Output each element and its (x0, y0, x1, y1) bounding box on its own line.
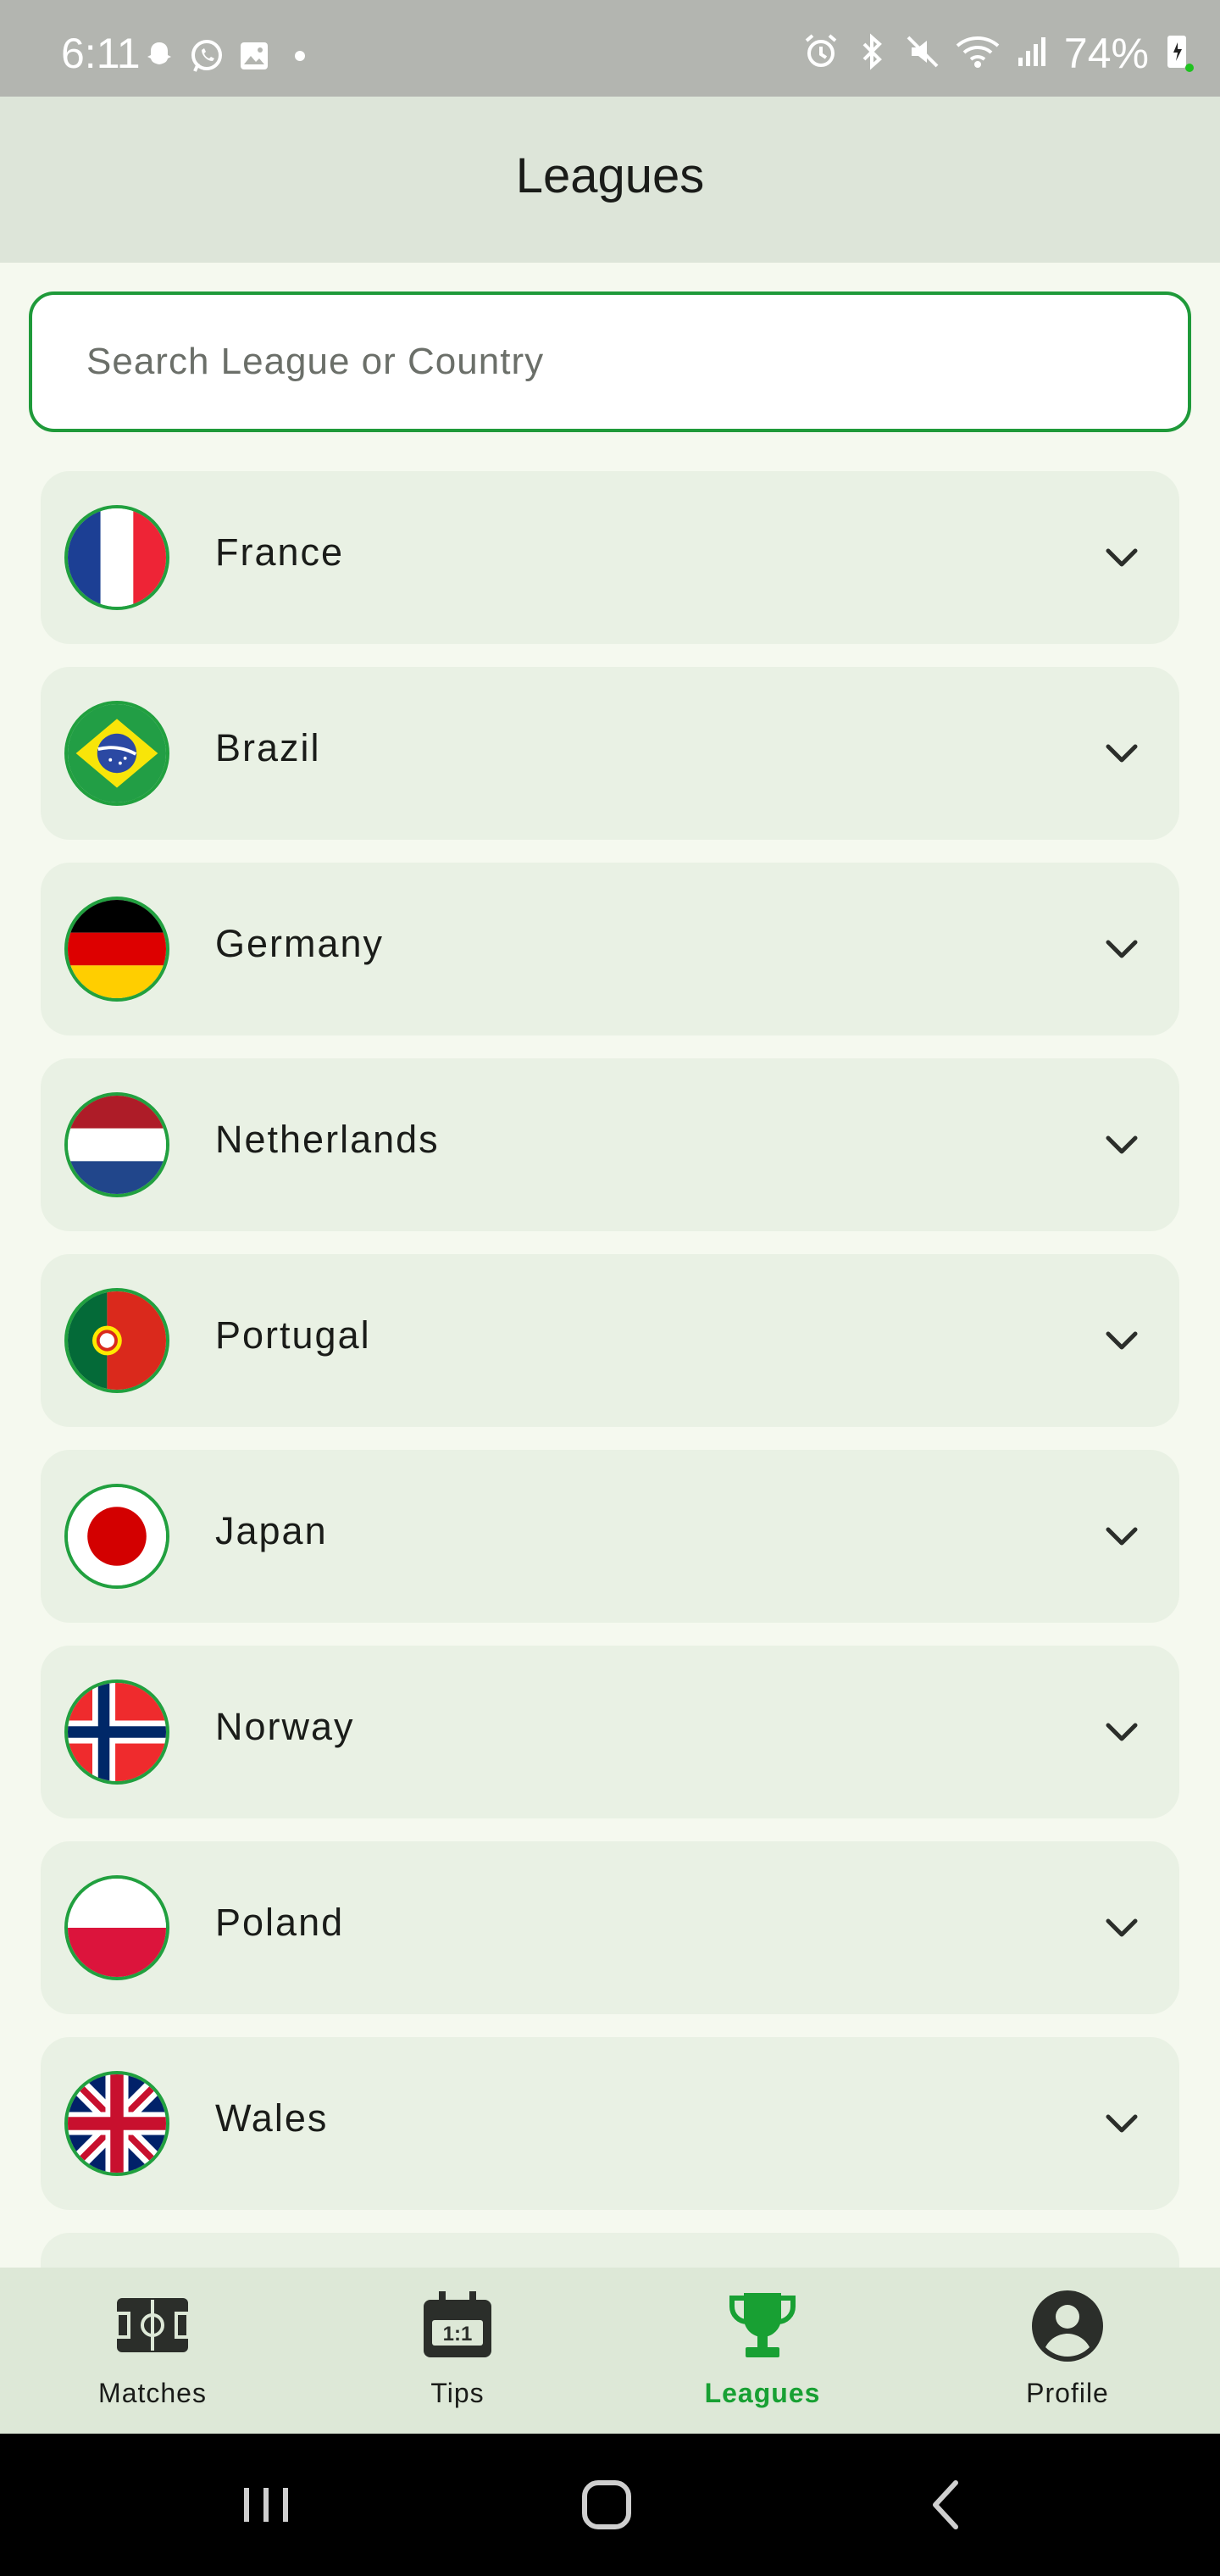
country-name: Netherlands (215, 1118, 440, 1161)
union-jack-flag-icon (64, 2071, 169, 2176)
trophy-icon (729, 2293, 796, 2357)
account-icon (1032, 2290, 1103, 2362)
mute-icon (903, 32, 942, 75)
country-item-japan[interactable]: Japan (41, 1450, 1179, 1623)
chevron-down-icon[interactable] (1101, 1320, 1142, 1361)
alarm-icon (801, 32, 840, 75)
whatsapp-icon (188, 37, 225, 79)
nav-item-tips[interactable]: 1:1 Tips (305, 2268, 610, 2434)
status-bar: 6:11 74% (0, 0, 1220, 97)
bottom-nav: Matches 1:1 Tips Leagues Profile (0, 2268, 1220, 2434)
nav-label-matches: Matches (98, 2378, 207, 2408)
status-right-icons: 74% (801, 29, 1195, 78)
search-box[interactable] (29, 291, 1191, 432)
country-item-partial[interactable] (41, 2233, 1179, 2268)
germany-flag-icon (64, 897, 169, 1002)
country-name: France (215, 530, 345, 574)
japan-flag-icon (64, 1484, 169, 1589)
chevron-down-icon[interactable] (1101, 537, 1142, 578)
chevron-down-icon[interactable] (1101, 733, 1142, 774)
svg-text:1:1: 1:1 (443, 2323, 473, 2346)
country-item-wales[interactable]: Wales (41, 2037, 1179, 2210)
app-header: Leagues (0, 97, 1220, 263)
nav-item-matches[interactable]: Matches (0, 2268, 305, 2434)
home-icon[interactable] (573, 2471, 640, 2539)
chevron-down-icon[interactable] (1101, 1516, 1142, 1557)
nav-label-tips: Tips (430, 2378, 485, 2408)
nav-item-profile[interactable]: Profile (915, 2268, 1220, 2434)
country-name: Portugal (215, 1313, 371, 1357)
country-item-netherlands[interactable]: Netherlands (41, 1058, 1179, 1231)
battery-percent: 74% (1063, 30, 1149, 77)
country-item-norway[interactable]: Norway (41, 1646, 1179, 1818)
norway-flag-icon (64, 1679, 169, 1785)
status-left-icons (142, 37, 317, 79)
country-item-brazil[interactable]: Brazil (41, 667, 1179, 840)
country-name: Germany (215, 922, 385, 965)
country-name: Wales (215, 2096, 329, 2140)
country-name: Japan (215, 1509, 328, 1552)
brazil-flag-icon (64, 701, 169, 806)
page-title: Leagues (515, 148, 705, 203)
nav-label-leagues: Leagues (704, 2378, 821, 2408)
pitch-icon (115, 2298, 190, 2352)
country-item-portugal[interactable]: Portugal (41, 1254, 1179, 1427)
recent-apps-icon[interactable] (232, 2471, 300, 2539)
bluetooth-icon (852, 32, 891, 75)
netherlands-flag-icon (64, 1092, 169, 1197)
gallery-icon (237, 39, 271, 77)
nav-label-profile: Profile (1026, 2378, 1109, 2408)
wifi-icon (954, 32, 1001, 75)
dot-icon (283, 39, 317, 77)
chevron-down-icon[interactable] (1101, 1712, 1142, 1752)
chevron-down-icon[interactable] (1101, 1907, 1142, 1948)
country-item-france[interactable]: France (41, 471, 1179, 644)
signal-icon (1013, 32, 1052, 75)
battery-icon (1161, 31, 1195, 77)
country-name: Poland (215, 1901, 345, 1944)
poland-flag-icon (64, 1875, 169, 1980)
country-item-germany[interactable]: Germany (41, 863, 1179, 1035)
country-name: Brazil (215, 726, 321, 769)
status-time: 6:11 (61, 30, 141, 77)
scoreboard-icon: 1:1 (424, 2291, 491, 2357)
france-flag-icon (64, 505, 169, 610)
nav-item-leagues[interactable]: Leagues (610, 2268, 915, 2434)
snapchat-icon (142, 39, 176, 77)
search-input[interactable] (86, 295, 1103, 429)
portugal-flag-icon (64, 1288, 169, 1393)
country-list[interactable]: France Brazil Germany Netherlands Portug… (41, 471, 1179, 2268)
chevron-down-icon[interactable] (1101, 2103, 1142, 2144)
country-item-poland[interactable]: Poland (41, 1841, 1179, 2014)
back-icon[interactable] (913, 2471, 981, 2539)
country-name: Norway (215, 1705, 355, 1748)
chevron-down-icon[interactable] (1101, 929, 1142, 969)
chevron-down-icon[interactable] (1101, 1124, 1142, 1165)
system-nav-bar (0, 2434, 1220, 2576)
